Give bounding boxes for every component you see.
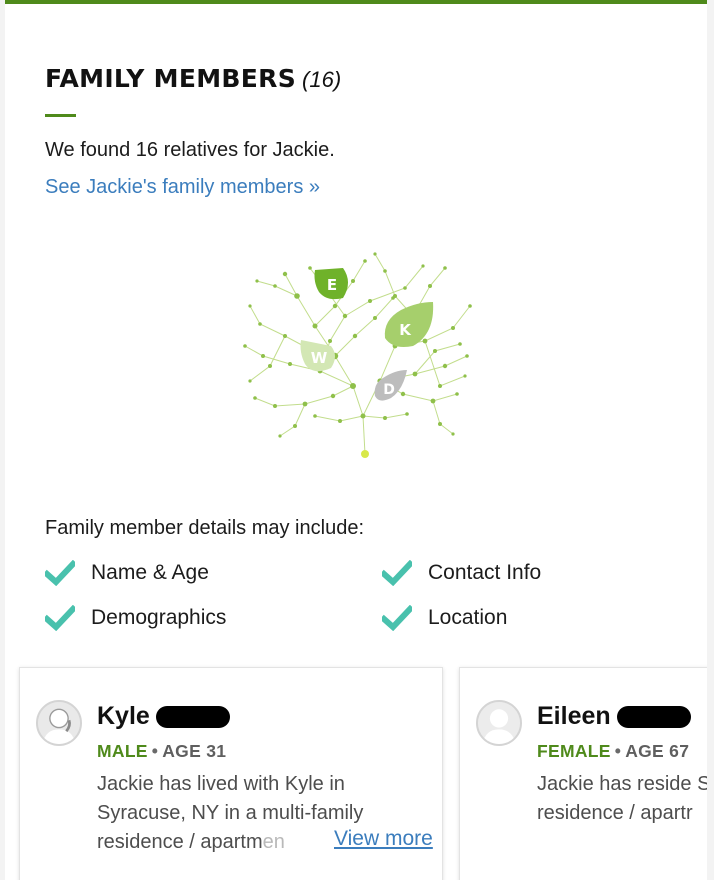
leaf-e-icon: E [314,268,348,300]
member-meta: FEMALE • AGE 67 [537,741,689,762]
feature-label: Name & Age [91,561,209,584]
member-gender: MALE [97,741,148,761]
leaf-w-letter: W [311,349,328,367]
member-name-row: Kyle [97,702,230,731]
member-name-row: Eileen [537,702,691,731]
checkmark-icon [382,560,412,586]
meta-separator: • [614,741,622,761]
tree-root-node [361,450,369,458]
member-age: AGE 31 [162,741,227,761]
leaf-w-icon: W [300,340,335,372]
leaf-d-letter: D [383,382,395,398]
family-member-card[interactable]: Eileen FEMALE•AGE 67 Jackie has reside S… [459,667,707,880]
found-text: We found 16 relatives for Jackie. [45,139,335,161]
family-tree-illustration: E K W D [243,252,472,458]
see-family-members-link[interactable]: See Jackie's family members » [45,176,320,199]
member-description: Jackie has reside Syracuse, NY in a resi… [537,770,707,828]
feature-label: Location [428,606,508,629]
tree-network [244,253,471,455]
member-count: (16) [302,67,342,92]
feature-name-age: Name & Age [45,560,209,586]
member-age: AGE 67 [625,741,690,761]
section-title: FAMILY MEMBERS [45,64,297,93]
member-name: Eileen [537,702,611,730]
section-header: FAMILY MEMBERS (16) [45,64,341,93]
avatar [476,700,522,746]
feature-label: Contact Info [428,561,542,584]
leaf-e-letter: E [327,276,337,294]
family-members-panel: FAMILY MEMBERS (16) We found 16 relative… [5,0,707,880]
description-faded: en [262,831,285,853]
redacted-surname [616,705,691,728]
details-intro: Family member details may include: [45,517,364,539]
feature-demographics: Demographics [45,605,226,631]
meta-separator: • [151,741,159,761]
member-name: Kyle [97,702,150,730]
avatar [36,700,82,746]
leaf-k-letter: K [399,321,412,339]
family-member-card[interactable]: Kyle MALE • AGE 31 Jackie has lived with K… [19,667,443,880]
feature-location: Location [382,605,507,631]
title-underline [45,114,76,117]
member-gender: FEMALE [537,741,611,761]
person-silhouette-icon [478,702,520,744]
member-meta: MALE • AGE 31 [97,741,226,762]
person-silhouette-icon [38,702,80,744]
tree-nodes [243,252,472,438]
redacted-surname [155,705,230,728]
description-text: Jackie has reside Syracuse, NY in a resi… [537,773,707,824]
checkmark-icon [45,560,75,586]
feature-label: Demographics [91,606,227,629]
feature-contact-info: Contact Info [382,560,541,586]
view-more-link[interactable]: View more [320,827,433,851]
checkmark-icon [45,605,75,631]
checkmark-icon [382,605,412,631]
